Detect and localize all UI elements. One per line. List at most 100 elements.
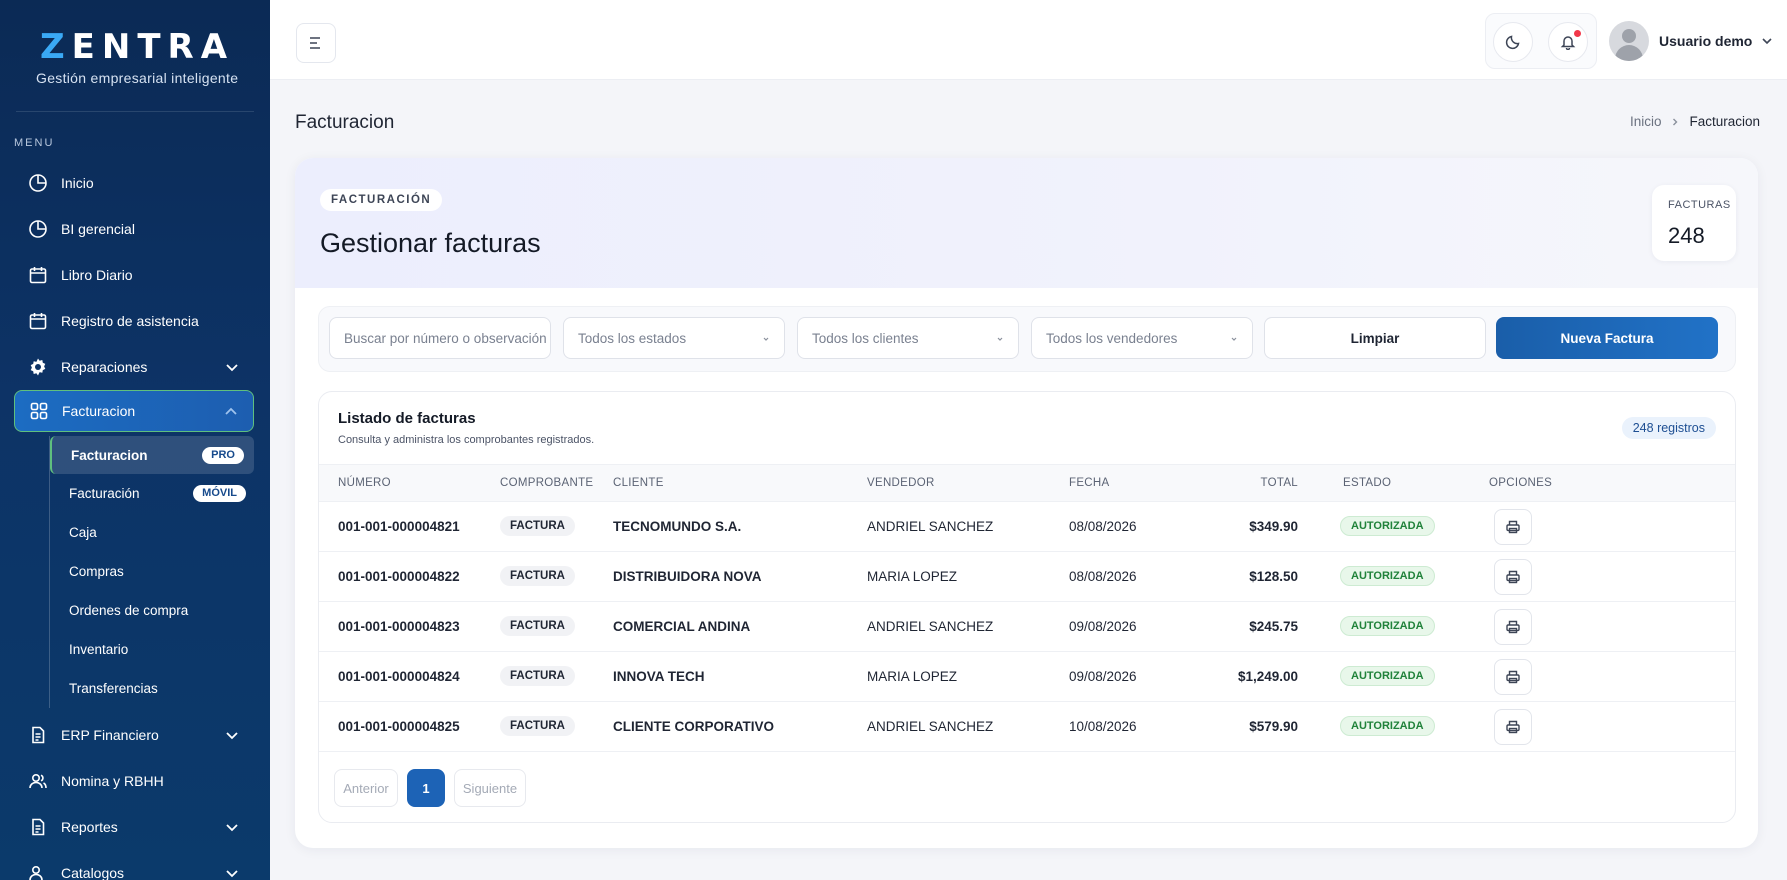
moon-icon [1505, 35, 1520, 50]
cliente-select[interactable]: Todos los clientes [797, 317, 1019, 359]
comprobante-chip: FACTURA [500, 666, 575, 686]
facturacion-submenu: Facturacion PRO Facturación MÓVIL Caja C… [49, 436, 270, 708]
chevron-down-icon [763, 337, 769, 341]
status-badge: AUTORIZADA [1340, 616, 1435, 636]
next-page-button[interactable]: Siguiente [454, 769, 526, 807]
comprobante-chip: FACTURA [500, 566, 575, 586]
vendedor-select[interactable]: Todos los vendedores [1031, 317, 1253, 359]
comprobante-chip: FACTURA [500, 716, 575, 736]
pie-chart-icon [28, 173, 48, 193]
sidebar-item-reportes[interactable]: Reportes [0, 804, 270, 850]
chevron-down-icon [1231, 337, 1237, 341]
search-input[interactable]: Buscar por número o observación [329, 317, 551, 359]
table-header: NÚMERO COMPROBANTE CLIENTE VENDEDOR FECH… [319, 464, 1735, 502]
estado-select[interactable]: Todos los estados [563, 317, 785, 359]
prev-page-button[interactable]: Anterior [334, 769, 398, 807]
printer-icon [1506, 670, 1520, 684]
calendar-icon [28, 311, 48, 331]
sidebar-toggle-button[interactable] [296, 23, 336, 63]
page-title: Facturacion [295, 112, 395, 133]
sidebar-item-erp-financiero[interactable]: ERP Financiero [0, 712, 270, 758]
brand-logo[interactable]: ZENTRA Gestión empresarial inteligente [16, 0, 254, 112]
theme-toggle-button[interactable] [1493, 22, 1533, 62]
chevron-down-icon [226, 870, 238, 878]
calendar-icon [28, 265, 48, 285]
sidebar-item-facturacion[interactable]: Facturacion [14, 390, 254, 432]
table-row[interactable]: 001-001-000004822 FACTURA DISTRIBUIDORA … [319, 552, 1735, 602]
user-name: Usuario demo [1659, 33, 1753, 49]
submenu-item-caja[interactable]: Caja [50, 513, 270, 552]
page-1-button[interactable]: 1 [407, 769, 445, 807]
records-count-badge: 248 registros [1621, 417, 1716, 439]
status-badge: AUTORIZADA [1340, 516, 1435, 536]
table-row[interactable]: 001-001-000004823 FACTURA COMERCIAL ANDI… [319, 602, 1735, 652]
cell-cliente: DISTRIBUIDORA NOVA [613, 569, 762, 584]
sidebar-item-nomina[interactable]: Nomina y RBHH [0, 758, 270, 804]
print-button[interactable] [1494, 609, 1532, 645]
chevron-down-icon [226, 732, 238, 740]
print-button[interactable] [1494, 559, 1532, 595]
grid-icon [29, 401, 49, 421]
stat-value: 248 [1668, 223, 1705, 248]
print-button[interactable] [1494, 509, 1532, 545]
print-button[interactable] [1494, 709, 1532, 745]
sidebar-item-reparaciones[interactable]: Reparaciones [0, 344, 270, 390]
submenu-item-inventario[interactable]: Inventario [50, 630, 270, 669]
cell-vendedor: ANDRIEL SANCHEZ [867, 619, 994, 634]
cell-total: $579.90 [1249, 719, 1298, 734]
col-numero: NÚMERO [338, 477, 391, 489]
stat-label: FACTURAS [1668, 199, 1731, 211]
cell-fecha: 08/08/2026 [1069, 569, 1137, 584]
user-menu[interactable]: Usuario demo [1609, 20, 1774, 62]
table-row[interactable]: 001-001-000004825 FACTURA CLIENTE CORPOR… [319, 702, 1735, 752]
cell-vendedor: MARIA LOPEZ [867, 569, 958, 584]
submenu-item-transferencias[interactable]: Transferencias [50, 669, 270, 708]
section-tag: FACTURACIÓN [320, 189, 443, 211]
users-icon [28, 863, 48, 880]
chevron-right-icon [1673, 118, 1678, 125]
cell-total: $1,249.00 [1237, 669, 1298, 684]
cell-numero: 001-001-000004825 [338, 719, 460, 734]
col-vendedor: VENDEDOR [867, 477, 935, 489]
printer-icon [1506, 720, 1520, 734]
movil-badge: MÓVIL [193, 485, 246, 502]
list-title: Listado de facturas [338, 410, 476, 427]
printer-icon [1506, 570, 1520, 584]
clear-filters-button[interactable]: Limpiar [1264, 317, 1486, 359]
notification-dot [1574, 30, 1581, 37]
sidebar-item-catalogos[interactable]: Catalogos [0, 850, 270, 880]
submenu-item-ordenes-compra[interactable]: Ordenes de compra [50, 591, 270, 630]
notifications-button[interactable] [1548, 22, 1588, 62]
table-row[interactable]: 001-001-000004824 FACTURA INNOVA TECH MA… [319, 652, 1735, 702]
col-cliente: CLIENTE [613, 477, 664, 489]
new-invoice-button[interactable]: Nueva Factura [1496, 317, 1718, 359]
document-icon [28, 817, 48, 837]
list-subtitle: Consulta y administra los comprobantes r… [338, 434, 595, 446]
gear-icon [28, 357, 48, 377]
cell-cliente: INNOVA TECH [613, 669, 705, 684]
cell-fecha: 08/08/2026 [1069, 519, 1137, 534]
logo-wordmark: ZENTRA [40, 27, 235, 67]
document-icon [28, 725, 48, 745]
cell-total: $128.50 [1249, 569, 1298, 584]
filter-bar: Buscar por número o observación Todos lo… [318, 306, 1736, 372]
breadcrumb-home-link[interactable]: Inicio [1630, 114, 1662, 129]
cell-vendedor: ANDRIEL SANCHEZ [867, 719, 994, 734]
table-row[interactable]: 001-001-000004821 FACTURA TECNOMUNDO S.A… [319, 502, 1735, 552]
avatar [1609, 21, 1649, 61]
print-button[interactable] [1494, 659, 1532, 695]
topbar: Usuario demo [270, 0, 1787, 80]
sidebar-item-inicio[interactable]: Inicio [0, 160, 270, 206]
sidebar-item-registro-asistencia[interactable]: Registro de asistencia [0, 298, 270, 344]
menu-title: MENU [14, 137, 55, 149]
sidebar: ZENTRA Gestión empresarial inteligente M… [0, 0, 270, 880]
sidebar-item-libro-diario[interactable]: Libro Diario [0, 252, 270, 298]
pie-chart-icon [28, 219, 48, 239]
cell-fecha: 09/08/2026 [1069, 619, 1137, 634]
submenu-item-facturacion-movil[interactable]: Facturación MÓVIL [50, 474, 270, 513]
hero-title: Gestionar facturas [320, 228, 541, 258]
sidebar-item-bi-gerencial[interactable]: BI gerencial [0, 206, 270, 252]
status-badge: AUTORIZADA [1340, 666, 1435, 686]
submenu-item-compras[interactable]: Compras [50, 552, 270, 591]
submenu-item-facturacion-pro[interactable]: Facturacion PRO [50, 436, 254, 474]
